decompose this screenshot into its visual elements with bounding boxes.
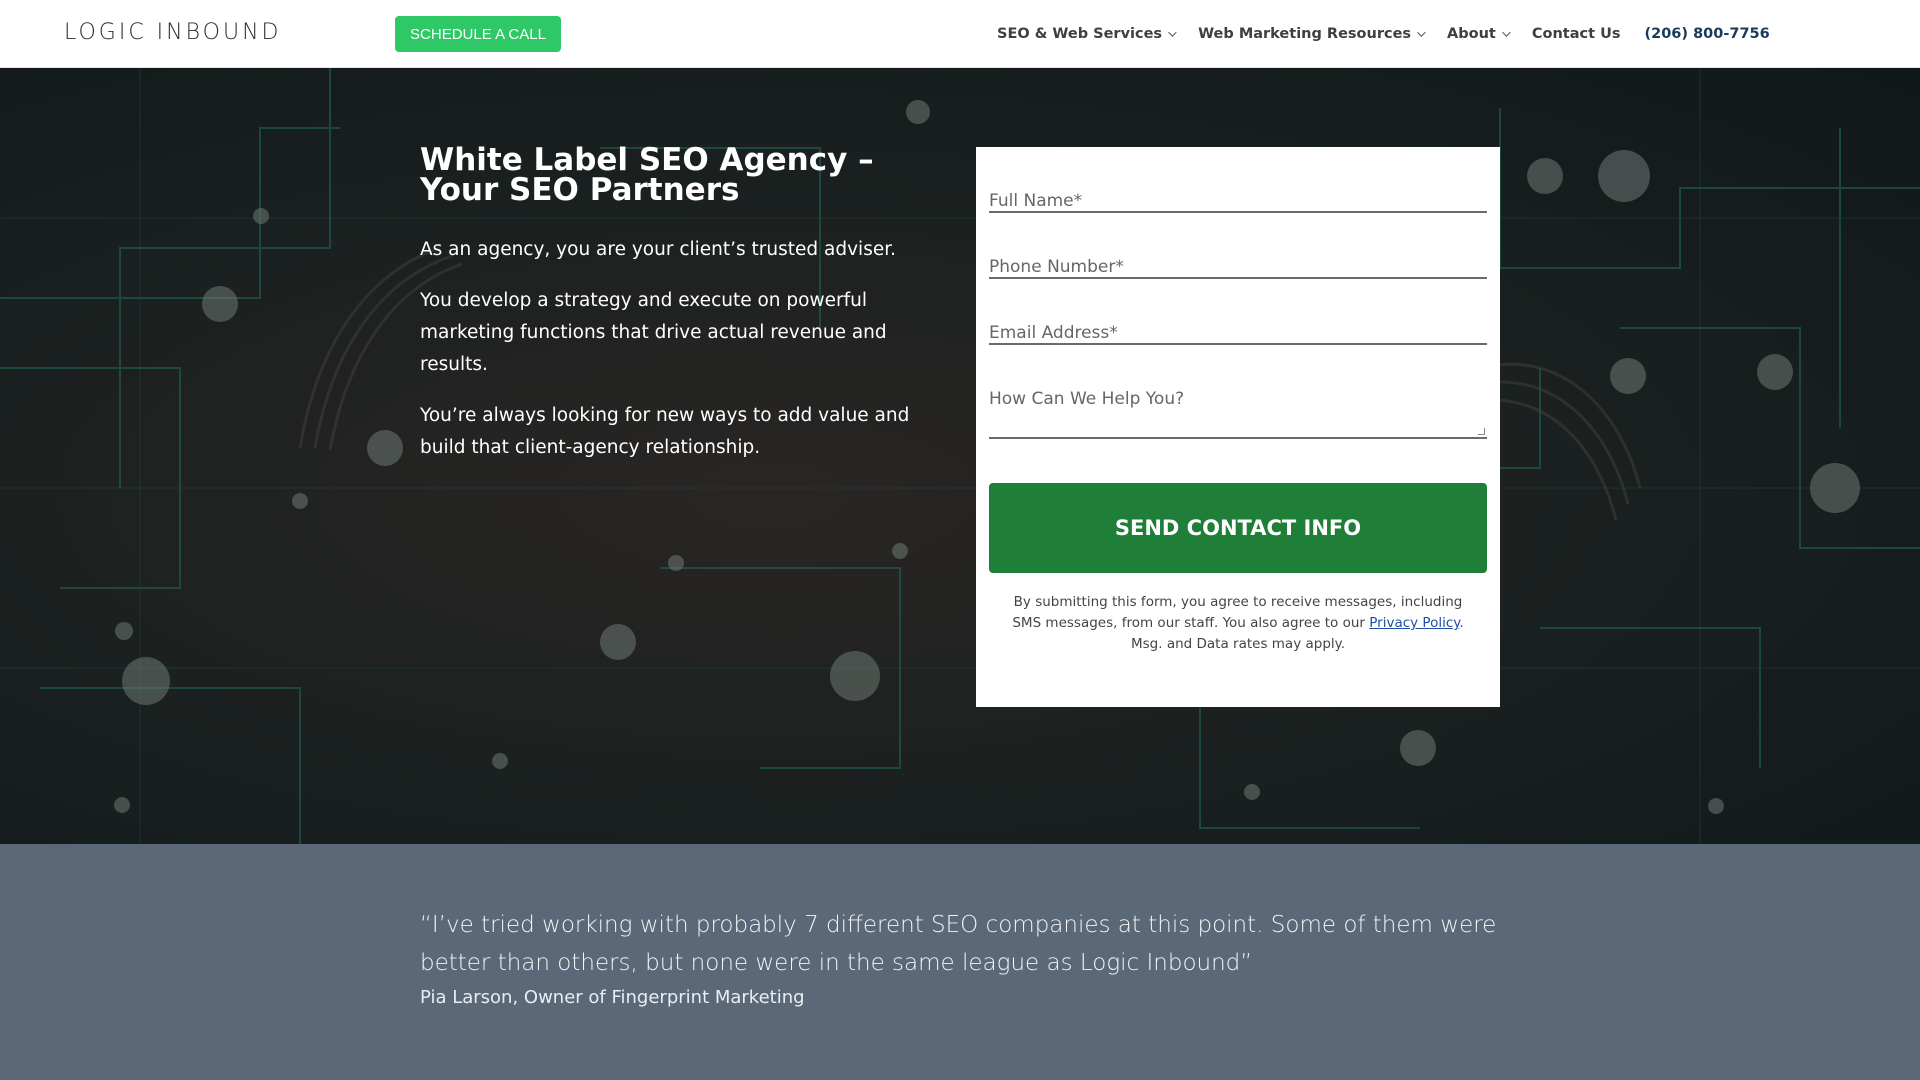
nav-item-label: About <box>1447 26 1496 42</box>
hero-description: As an agency, you are your client’s trus… <box>420 234 920 483</box>
hero-section: White Label SEO Agency – Your SEO Partne… <box>0 68 1920 844</box>
form-disclaimer: By submitting this form, you agree to re… <box>1004 592 1472 655</box>
full-name-placeholder: Full Name* <box>989 191 1083 211</box>
testimonial-section: “I’ve tried working with probably 7 diff… <box>0 844 1920 1080</box>
hero-paragraph: You’re always looking for new ways to ad… <box>420 405 910 458</box>
chevron-down-icon <box>1502 28 1511 37</box>
nav-item-contact-us[interactable]: Contact Us <box>1532 26 1621 42</box>
schedule-call-button[interactable]: SCHEDULE A CALL <box>395 16 561 52</box>
logo[interactable]: LOGIC INBOUND <box>64 20 281 45</box>
resize-handle-icon[interactable] <box>1478 428 1485 435</box>
phone-number-placeholder: Phone Number* <box>989 257 1124 277</box>
circuit-background <box>0 68 1920 844</box>
nav-item-web-marketing-resources[interactable]: Web Marketing Resources <box>1198 26 1426 42</box>
full-name-field[interactable]: Full Name* <box>989 171 1487 213</box>
hero-paragraph: As an agency, you are your client’s trus… <box>420 239 897 260</box>
privacy-policy-link[interactable]: Privacy Policy <box>1369 615 1459 631</box>
testimonial-author: Pia Larson, Owner of Fingerprint Marketi… <box>420 987 805 1008</box>
nav-item-label: Contact Us <box>1531 26 1621 42</box>
message-placeholder: How Can We Help You? <box>989 389 1185 409</box>
chevron-down-icon <box>1168 28 1177 37</box>
nav-item-seo-web-services[interactable]: SEO & Web Services <box>997 26 1177 42</box>
chevron-down-icon <box>1417 28 1426 37</box>
nav-item-label: SEO & Web Services <box>997 26 1163 42</box>
email-field[interactable]: Email Address* <box>989 303 1487 345</box>
hero-paragraph: You develop a strategy and execute on po… <box>420 290 887 375</box>
phone-number-field[interactable]: Phone Number* <box>989 237 1487 279</box>
main-nav: SEO & Web Services Web Marketing Resourc… <box>997 0 1770 68</box>
site-header: LOGIC INBOUND SCHEDULE A CALL SEO & Web … <box>0 0 1920 68</box>
send-contact-info-button[interactable]: SEND CONTACT INFO <box>989 483 1487 573</box>
page-title: White Label SEO Agency – Your SEO Partne… <box>420 142 874 208</box>
testimonial-quote: “I’ve tried working with probably 7 diff… <box>420 912 1497 976</box>
message-textarea[interactable]: How Can We Help You? <box>989 369 1487 439</box>
nav-item-label: Web Marketing Resources <box>1198 26 1412 42</box>
email-placeholder: Email Address* <box>989 323 1118 343</box>
nav-item-about[interactable]: About <box>1447 26 1511 42</box>
phone-link[interactable]: (206) 800-7756 <box>1645 26 1770 42</box>
contact-form: Full Name* Phone Number* Email Address* … <box>976 147 1500 707</box>
